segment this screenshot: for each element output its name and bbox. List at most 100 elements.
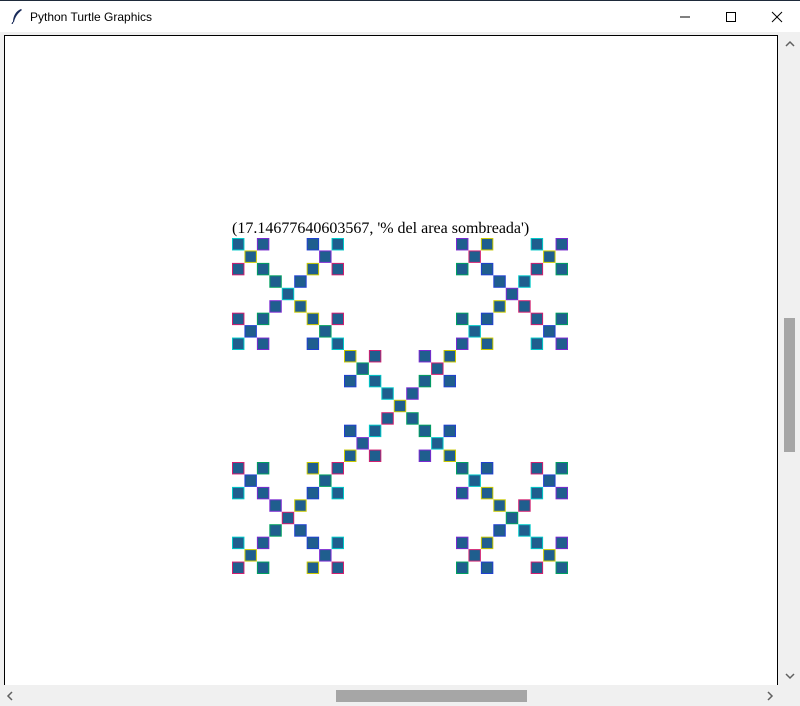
- fractal-square: [530, 238, 544, 251]
- fractal-square: [294, 524, 307, 537]
- fractal-square: [269, 499, 282, 512]
- fractal-square: [555, 238, 568, 251]
- fractal-square: [368, 449, 382, 462]
- horizontal-scroll-thumb[interactable]: [336, 690, 527, 702]
- fractal-square: [480, 337, 494, 350]
- fractal-square: [431, 437, 444, 450]
- fractal-square: [493, 524, 506, 537]
- fractal-square: [244, 549, 257, 562]
- fractal-square: [480, 462, 494, 475]
- fractal-square: [306, 536, 320, 550]
- fractal-square: [555, 561, 568, 574]
- fractal-square: [281, 287, 295, 301]
- fractal-square: [368, 424, 382, 438]
- fractal-square: [356, 362, 369, 375]
- fractal-square: [269, 275, 282, 288]
- fractal-square: [294, 300, 307, 313]
- fractal-square: [468, 250, 481, 263]
- fractal-square: [244, 325, 257, 338]
- fractal-square: [543, 325, 556, 338]
- fractal-square: [331, 262, 344, 276]
- chevron-right-icon[interactable]: [764, 690, 776, 702]
- fractal-square: [480, 262, 494, 276]
- fractal-square: [530, 561, 544, 574]
- fractal-square: [530, 312, 544, 326]
- fractal-square: [480, 536, 494, 550]
- fractal-square: [555, 486, 568, 500]
- fractal-square: [306, 337, 320, 350]
- fractal-square: [456, 238, 469, 251]
- fractal-square: [256, 312, 270, 326]
- fractal-square: [256, 337, 270, 350]
- fractal-square: [530, 262, 544, 276]
- fractal-square: [555, 337, 568, 350]
- chevron-left-icon[interactable]: [4, 690, 16, 702]
- fractal-square: [331, 462, 344, 475]
- fractal-square: [269, 300, 282, 313]
- fractal-square: [294, 499, 307, 512]
- vertical-scroll-thumb[interactable]: [784, 318, 795, 452]
- fractal-square: [232, 486, 245, 500]
- fractal-square: [418, 449, 432, 462]
- fractal-square: [319, 325, 332, 338]
- fractal-square: [244, 250, 257, 263]
- fractal-square: [456, 561, 469, 574]
- chevron-up-icon[interactable]: [784, 38, 796, 50]
- fractal-square: [232, 312, 245, 326]
- fractal-square: [406, 387, 419, 400]
- fractal-square: [493, 499, 506, 512]
- fractal-square: [319, 250, 332, 263]
- fractal-square: [306, 486, 320, 500]
- fractal-square: [294, 275, 307, 288]
- fractal-square: [344, 449, 357, 462]
- fractal-square: [456, 337, 469, 350]
- fractal-square: [356, 437, 369, 450]
- fractal-square: [456, 486, 469, 500]
- fractal-square: [269, 524, 282, 537]
- fractal-square: [344, 374, 357, 388]
- fractal-square: [331, 337, 344, 350]
- fractal-square: [480, 486, 494, 500]
- vertical-scrollbar[interactable]: [779, 34, 800, 686]
- fractal-square: [232, 262, 245, 276]
- fractal-square: [431, 362, 444, 375]
- fractal-square: [555, 262, 568, 276]
- fractal-square: [480, 238, 494, 251]
- fractal-square: [555, 312, 568, 326]
- fractal-square: [493, 275, 506, 288]
- fractal-square: [555, 462, 568, 475]
- fractal-square: [530, 462, 544, 475]
- fractal-square: [443, 424, 456, 438]
- fractal-square: [331, 238, 344, 251]
- fractal-square: [543, 250, 556, 263]
- fractal-square: [518, 300, 531, 313]
- fractal-square: [306, 312, 320, 326]
- fractal-square: [443, 350, 456, 363]
- fractal-square: [368, 374, 382, 388]
- fractal-square: [232, 536, 245, 550]
- fractal-drawing: [232, 238, 568, 574]
- fractal-square: [344, 424, 357, 438]
- fractal-square: [480, 312, 494, 326]
- fractal-square: [505, 287, 519, 301]
- chevron-down-icon[interactable]: [784, 670, 796, 682]
- fractal-square: [518, 524, 531, 537]
- fractal-square: [256, 262, 270, 276]
- fractal-square: [331, 486, 344, 500]
- fractal-square: [493, 300, 506, 313]
- fractal-square: [456, 462, 469, 475]
- fractal-square: [518, 499, 531, 512]
- horizontal-scrollbar[interactable]: [0, 686, 779, 706]
- fractal-square: [456, 262, 469, 276]
- fractal-square: [256, 238, 270, 251]
- fractal-square: [406, 412, 419, 425]
- scrollbar-corner: [779, 686, 800, 706]
- fractal-square: [306, 238, 320, 251]
- fractal-square: [543, 474, 556, 487]
- fractal-square: [555, 536, 568, 550]
- fractal-square: [468, 325, 481, 338]
- fractal-square: [530, 536, 544, 550]
- fractal-square: [256, 536, 270, 550]
- fractal-square: [530, 486, 544, 500]
- fractal-square: [319, 549, 332, 562]
